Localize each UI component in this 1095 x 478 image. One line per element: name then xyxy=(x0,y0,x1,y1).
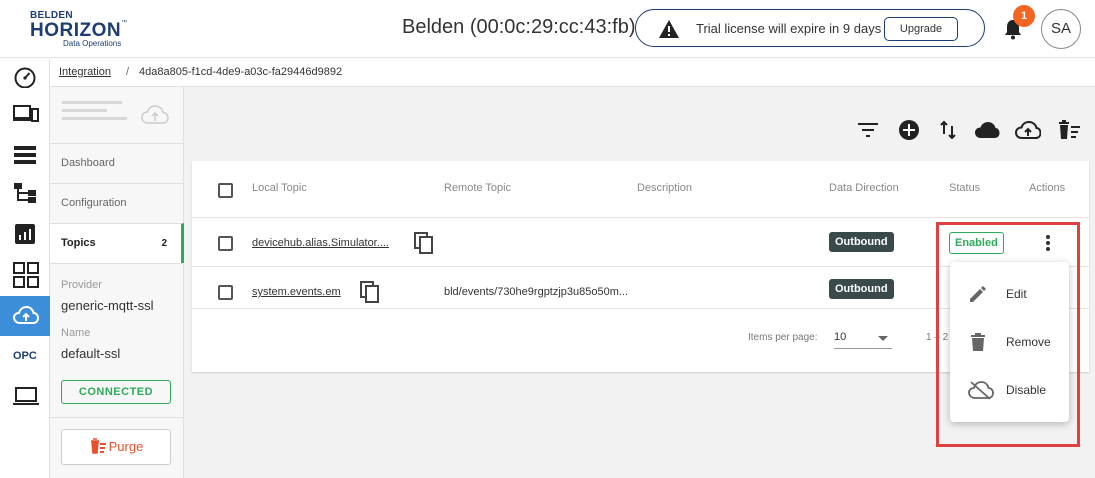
add-circle-icon[interactable] xyxy=(898,119,920,141)
bar-chart-icon xyxy=(15,224,35,244)
chevron-down-icon xyxy=(878,336,888,341)
purge-label: Purge xyxy=(108,439,144,454)
nav-computer[interactable] xyxy=(0,379,50,415)
copy-icon[interactable] xyxy=(414,232,434,254)
tab-topics[interactable]: Topics 2 xyxy=(50,223,184,263)
laptop-icon xyxy=(13,387,39,405)
direction-badge: Outbound xyxy=(829,279,894,299)
trial-license-banner: Trial license will expire in 9 days Upgr… xyxy=(635,9,985,47)
select-all-checkbox[interactable] xyxy=(218,183,233,198)
grid-icon xyxy=(13,262,39,288)
device-title: Belden (00:0c:29:cc:43:fb) xyxy=(402,16,636,38)
provider-value: generic-mqtt-ssl xyxy=(61,298,154,313)
cloud-upload-icon xyxy=(141,105,169,124)
opc-label: OPC xyxy=(13,350,37,362)
devices-icon xyxy=(13,105,39,122)
nav-devices[interactable] xyxy=(0,97,50,133)
upgrade-button[interactable]: Upgrade xyxy=(884,17,958,41)
tab-configuration-label: Configuration xyxy=(61,197,127,209)
column-header-status: Status xyxy=(949,182,981,194)
divider xyxy=(50,263,184,264)
filter-icon[interactable] xyxy=(858,123,878,137)
nav-reports[interactable] xyxy=(0,216,50,252)
logo-product-name: HORIZON xyxy=(30,20,122,41)
nav-integration[interactable] xyxy=(0,296,50,336)
items-per-page-value: 10 xyxy=(834,331,847,343)
divider xyxy=(50,417,184,418)
speedometer-icon xyxy=(14,67,36,88)
items-per-page-select[interactable]: 10 xyxy=(834,325,892,349)
breadcrumb: Integration / 4da8a805-f1cd-4de9-a03c-fa… xyxy=(50,59,1095,87)
nav-dashboard[interactable] xyxy=(0,59,50,95)
nav-apps[interactable] xyxy=(0,255,50,291)
hierarchy-icon xyxy=(14,183,36,203)
local-topic-link[interactable]: devicehub.alias.Simulator.... xyxy=(252,237,389,249)
nav-opc[interactable]: OPC xyxy=(0,339,50,375)
belden-horizon-logo[interactable]: BELDEN HORIZON™ Data Operations xyxy=(30,10,130,50)
row-checkbox[interactable] xyxy=(218,236,233,251)
annotation-highlight-box xyxy=(936,222,1080,447)
trial-message: Trial license will expire in 9 days xyxy=(696,21,882,36)
tab-dashboard[interactable]: Dashboard xyxy=(50,143,184,183)
logo-trademark: ™ xyxy=(121,20,128,26)
column-header-local-topic[interactable]: Local Topic xyxy=(252,182,307,194)
provider-label: Provider xyxy=(61,279,102,291)
nav-rail: OPC xyxy=(0,59,50,478)
direction-badge: Outbound xyxy=(829,232,894,252)
purge-button[interactable]: Purge xyxy=(61,429,171,465)
breadcrumb-integration-link[interactable]: Integration xyxy=(59,66,111,78)
delete-sweep-icon[interactable] xyxy=(1058,120,1082,140)
integration-side-panel: Dashboard Configuration Topics 2 Provider… xyxy=(50,87,184,478)
column-header-remote-topic[interactable]: Remote Topic xyxy=(444,182,511,194)
import-export-icon[interactable] xyxy=(940,120,956,140)
cloud-icon[interactable] xyxy=(974,121,1000,139)
name-label: Name xyxy=(61,327,91,339)
copy-icon[interactable] xyxy=(360,281,380,303)
avatar[interactable]: SA xyxy=(1041,9,1081,49)
remote-topic-cell: bld/events/730he9rgptzjp3u85o50m... xyxy=(444,286,629,298)
nav-list[interactable] xyxy=(0,137,50,173)
column-header-description[interactable]: Description xyxy=(637,182,692,194)
nav-topology[interactable] xyxy=(0,175,50,211)
tab-dashboard-label: Dashboard xyxy=(61,157,115,169)
breadcrumb-separator: / xyxy=(126,66,130,78)
placeholder-lines xyxy=(62,101,127,127)
breadcrumb-current: 4da8a805-f1cd-4de9-a03c-fa29446d9892 xyxy=(139,66,343,78)
row-checkbox[interactable] xyxy=(218,285,233,300)
tab-topics-label: Topics xyxy=(61,237,96,249)
cloud-upload-icon[interactable] xyxy=(1015,121,1041,139)
column-header-data-direction[interactable]: Data Direction xyxy=(829,182,899,194)
connection-status-badge: CONNECTED xyxy=(61,380,171,404)
items-per-page-label: Items per page: xyxy=(748,332,818,343)
tab-configuration[interactable]: Configuration xyxy=(50,183,184,223)
local-topic-link[interactable]: system.events.em xyxy=(252,286,341,298)
top-bar: BELDEN HORIZON™ Data Operations Belden (… xyxy=(0,0,1095,58)
warning-icon xyxy=(659,20,679,38)
delete-sweep-icon xyxy=(90,438,106,454)
cloud-upload-icon xyxy=(13,305,39,324)
topics-count: 2 xyxy=(161,238,167,249)
notification-count-badge: 1 xyxy=(1013,5,1035,27)
logo-tagline: Data Operations xyxy=(63,39,122,48)
column-header-actions: Actions xyxy=(1029,182,1066,194)
list-icon xyxy=(14,146,36,164)
name-value: default-ssl xyxy=(61,346,121,361)
